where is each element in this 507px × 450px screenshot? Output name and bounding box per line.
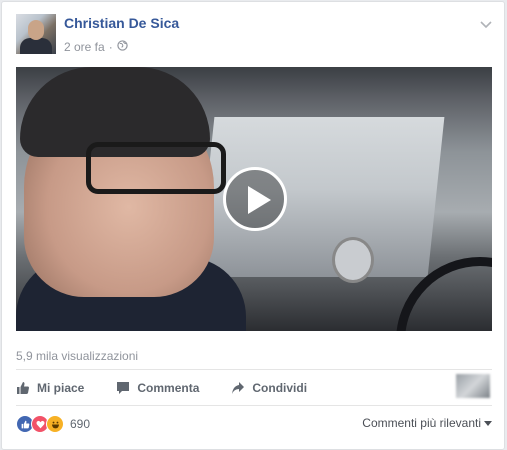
divider xyxy=(16,369,492,370)
comment-button[interactable]: Commenta xyxy=(116,381,199,395)
post-meta: 2 ore fa · xyxy=(64,40,128,54)
share-as-page-avatar[interactable] xyxy=(456,374,490,398)
post-timestamp[interactable]: 2 ore fa xyxy=(64,40,105,54)
author-name-link[interactable]: Christian De Sica xyxy=(64,15,179,31)
globe-icon[interactable] xyxy=(117,40,128,54)
car-mirror xyxy=(332,237,374,283)
haha-reaction-icon xyxy=(46,415,64,433)
meta-separator: · xyxy=(108,40,113,54)
comment-icon xyxy=(117,382,130,394)
play-icon xyxy=(248,186,271,214)
comment-label: Commenta xyxy=(137,381,200,395)
share-button[interactable]: Condividi xyxy=(231,381,307,395)
comment-sort-dropdown[interactable]: Commenti più rilevanti xyxy=(362,416,492,430)
share-label: Condividi xyxy=(252,381,308,395)
caret-down-icon xyxy=(484,420,492,426)
action-bar: Mi piace Commenta Condividi xyxy=(16,377,339,399)
play-button[interactable] xyxy=(223,167,287,231)
comment-sort-label: Commenti più rilevanti xyxy=(362,416,481,430)
share-arrow-icon xyxy=(232,382,245,394)
like-label: Mi piace xyxy=(37,381,85,395)
view-count: 5,9 mila visualizzazioni xyxy=(16,349,139,363)
reactions-summary[interactable]: 690 xyxy=(16,415,90,433)
chevron-down-icon[interactable] xyxy=(480,16,492,34)
reaction-count: 690 xyxy=(70,417,91,431)
person-glasses xyxy=(86,142,226,194)
video-player[interactable] xyxy=(16,67,492,331)
divider xyxy=(16,405,492,406)
like-button[interactable]: Mi piace xyxy=(16,381,84,395)
post-card: Christian De Sica 2 ore fa · 5,9 mila vi… xyxy=(1,1,505,450)
thumbs-up-icon xyxy=(17,382,29,394)
profile-avatar[interactable] xyxy=(16,14,56,54)
